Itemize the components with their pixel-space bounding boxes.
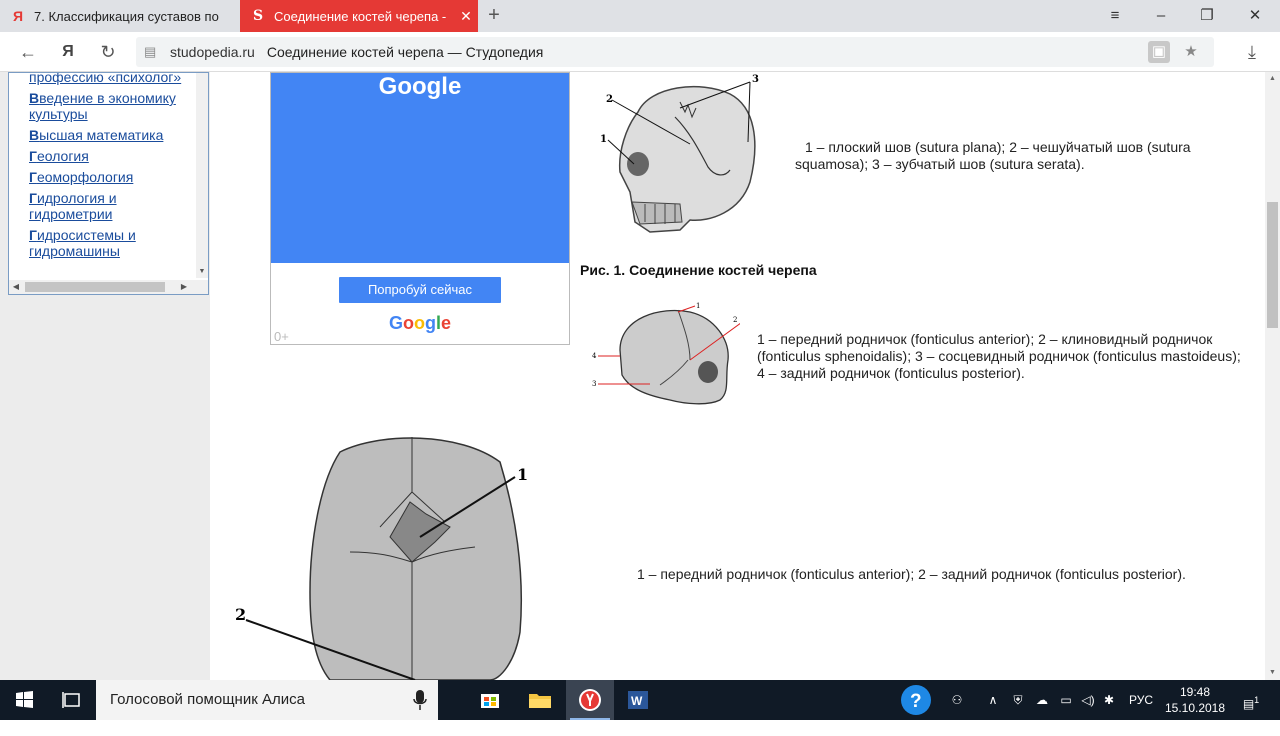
- store-app-button[interactable]: [466, 680, 514, 720]
- subject-link-hydrology[interactable]: Гидрология и гидрометрии: [29, 190, 194, 222]
- windows-taskbar: Голосовой помощник Алиса W ? ⚇ ∧ ⛨ ☁ ▭ ◁…: [0, 680, 1280, 720]
- windows-icon: [16, 691, 33, 708]
- caption-fontanelles-top: 1 – передний родничок (fonticulus anteri…: [637, 566, 1186, 582]
- scroll-thumb[interactable]: [25, 282, 165, 292]
- svg-text:W: W: [631, 694, 643, 708]
- clock[interactable]: 19:48 15.10.2018: [1160, 684, 1230, 716]
- fig3-label: 2: [235, 605, 246, 624]
- studopedia-icon: S: [252, 8, 264, 24]
- sidebox-horizontal-scrollbar[interactable]: ◀ ▶: [9, 280, 208, 294]
- fig2-label: 2: [733, 316, 737, 324]
- tab-close-icon[interactable]: ✕: [454, 8, 478, 25]
- back-icon[interactable]: ←: [14, 38, 42, 66]
- scroll-left-icon[interactable]: ◀: [9, 280, 23, 294]
- address-domain: studopedia.ru: [170, 44, 255, 60]
- caption-fontanelles-side: 1 – передний родничок (fonticulus anteri…: [757, 331, 1241, 381]
- subject-link-culture-economics[interactable]: Введение в экономику культуры: [29, 90, 194, 122]
- navigation-bar: ← Я ↻ ▤ studopedia.ru Соединение костей …: [0, 32, 1280, 72]
- clock-date: 15.10.2018: [1164, 701, 1226, 715]
- fig2-label: 1: [696, 302, 700, 310]
- store-icon: [481, 694, 499, 708]
- yandex-home-icon[interactable]: Я: [54, 38, 82, 66]
- bookmark-star-icon[interactable]: ★: [1180, 41, 1202, 63]
- task-view-icon: [62, 692, 80, 708]
- scroll-right-icon[interactable]: ▶: [177, 280, 191, 294]
- sidebox-vertical-scrollbar[interactable]: ▼: [196, 73, 208, 278]
- yandex-icon: Я: [12, 8, 24, 24]
- address-bar[interactable]: ▤ studopedia.ru Соединение костей черепа…: [136, 37, 1214, 67]
- word-app-button[interactable]: W: [614, 680, 662, 720]
- security-shield-icon[interactable]: ⛨: [1008, 680, 1028, 720]
- ad-brand-logo: Google: [378, 73, 462, 100]
- fig3-pointer-2: 2: [235, 605, 416, 680]
- language-indicator[interactable]: РУС: [1124, 680, 1158, 720]
- clock-time: 19:48: [1179, 685, 1211, 699]
- protect-icon[interactable]: ▣: [1148, 41, 1170, 63]
- downloads-icon[interactable]: ⤓: [1238, 38, 1266, 66]
- notification-center-icon: ▤: [1242, 697, 1255, 711]
- page-scrollbar[interactable]: ▲ ▼: [1265, 72, 1280, 680]
- svg-text:?: ?: [910, 691, 922, 712]
- page-scroll-thumb[interactable]: [1267, 202, 1278, 328]
- ad-banner: Google: [271, 73, 569, 263]
- start-button[interactable]: [0, 680, 48, 720]
- subject-link-higher-math[interactable]: Высшая математика: [29, 127, 194, 143]
- word-icon: W: [628, 691, 648, 709]
- menu-icon[interactable]: ≡: [1092, 0, 1138, 32]
- page-content: профессию «психолог» Введение в экономик…: [0, 72, 1280, 680]
- figure-title: Рис. 1. Соединение костей черепа: [580, 262, 817, 278]
- new-tab-button[interactable]: +: [482, 4, 506, 28]
- file-explorer-button[interactable]: [516, 680, 564, 720]
- subject-link-hydrosystems[interactable]: Гидросистемы и гидромашины: [29, 227, 194, 259]
- network-icon[interactable]: ✱: [1100, 680, 1118, 720]
- fig2-label: 3: [592, 380, 596, 388]
- search-text: Голосовой помощник Алиса: [110, 691, 305, 708]
- folder-icon: [529, 694, 551, 708]
- subjects-list: профессию «психолог» Введение в экономик…: [29, 73, 194, 264]
- page-scroll-down-icon[interactable]: ▼: [1265, 666, 1280, 680]
- tab-skull-joints[interactable]: S Соединение костей черепа - ✕: [240, 0, 478, 32]
- fig2-label: 4: [592, 352, 597, 360]
- scroll-down-icon[interactable]: ▼: [196, 266, 208, 278]
- reload-icon[interactable]: ↻: [94, 38, 122, 66]
- show-hidden-icons-icon[interactable]: ∧: [984, 680, 1002, 720]
- caption-sutures: 1 – плоский шов (sutura plana); 2 – чешу…: [795, 139, 1191, 172]
- people-icon[interactable]: ⚇: [944, 680, 970, 720]
- close-window-icon[interactable]: ✕: [1232, 0, 1278, 32]
- fig3-label: 1: [517, 465, 528, 484]
- try-now-button[interactable]: Попробуй сейчас: [339, 277, 501, 303]
- notifications-button[interactable]: ▤1: [1236, 680, 1266, 720]
- tab-label: Соединение костей черепа -: [274, 8, 447, 24]
- task-view-button[interactable]: [48, 680, 96, 720]
- site-info-icon[interactable]: ▤: [144, 44, 162, 60]
- alice-voice-assistant-search[interactable]: Голосовой помощник Алиса: [96, 680, 438, 720]
- minimize-icon[interactable]: –: [1138, 0, 1184, 32]
- volume-icon[interactable]: ◁): [1078, 680, 1098, 720]
- notification-count: 1: [1254, 695, 1260, 705]
- fig1-label: 2: [606, 94, 613, 105]
- help-icon[interactable]: ?: [898, 680, 934, 720]
- google-logo: Google: [388, 313, 452, 333]
- age-rating: 0+: [274, 329, 289, 344]
- google-ad[interactable]: Google Попробуй сейчас Google 0+: [270, 72, 570, 345]
- yandex-browser-button[interactable]: [566, 680, 614, 720]
- subject-link-psychologist[interactable]: профессию «психолог»: [29, 73, 194, 85]
- restore-icon[interactable]: ❐: [1184, 0, 1230, 32]
- page-scroll-up-icon[interactable]: ▲: [1265, 72, 1280, 86]
- address-page-title: Соединение костей черепа — Студопедия: [266, 44, 544, 60]
- newborn-skull-side-figure: 1 2 3 4: [592, 302, 740, 405]
- subject-link-geology[interactable]: Геология: [29, 148, 194, 164]
- cloud-icon[interactable]: ☁: [1032, 680, 1052, 720]
- subject-link-geomorphology[interactable]: Геоморфология: [29, 169, 194, 185]
- yandex-browser-icon: [579, 689, 601, 711]
- tab-classification[interactable]: Я 7. Классификация суставов по: [0, 0, 240, 32]
- tab-label: 7. Классификация суставов по: [34, 8, 219, 24]
- fig1-label: 1: [600, 134, 607, 145]
- skull-sutures-figure: 2 1 3: [600, 74, 759, 233]
- battery-icon[interactable]: ▭: [1056, 680, 1076, 720]
- subjects-list-box: профессию «психолог» Введение в экономик…: [8, 72, 209, 295]
- tab-strip: Я 7. Классификация суставов по S Соедине…: [0, 0, 1280, 32]
- fig1-label: 3: [752, 74, 759, 85]
- microphone-icon[interactable]: [412, 689, 428, 711]
